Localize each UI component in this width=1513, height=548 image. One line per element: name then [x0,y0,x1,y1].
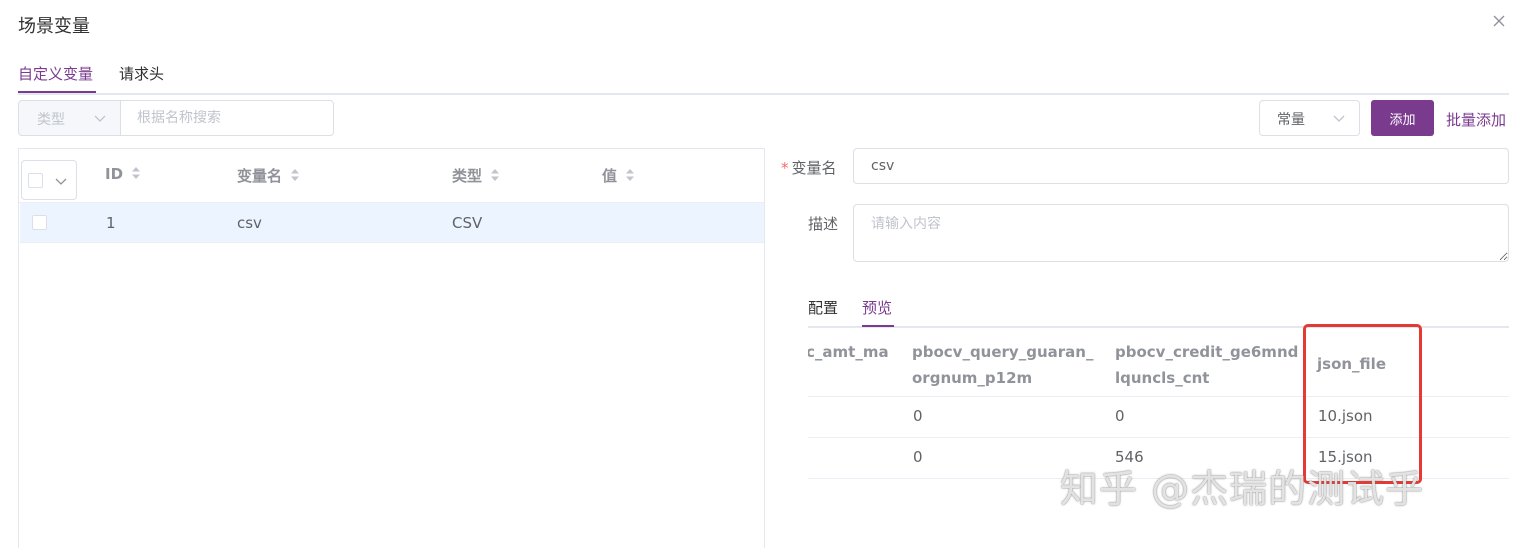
preview-column-header: c_amt_ma [808,343,889,361]
variables-table: ID 变量名 类型 值 1 csv CSV [18,148,765,548]
preview-cell: 546 [1115,448,1144,466]
name-field-label: * 变量名 [781,159,837,177]
table-header: ID 变量名 类型 值 [19,149,764,203]
preview-column-header: pbocv_query_guaran_orgnum_p12m [912,343,1094,387]
preview-cell: 0 [913,407,923,425]
preview-cell: 10.json [1318,407,1373,425]
close-icon[interactable] [1490,12,1508,30]
table-row[interactable]: 1 csv CSV [20,203,764,243]
batch-add-link[interactable]: 批量添加 [1446,109,1506,130]
sort-icon[interactable] [625,168,635,182]
variable-type-select[interactable]: 常量 [1259,100,1360,136]
preview-cell: 0 [913,448,923,466]
preview-row: 0 0 10.json [808,397,1509,438]
detail-tabs: 配置 预览 [808,290,1509,328]
preview-cell: 0 [1115,407,1125,425]
description-field[interactable] [853,204,1509,262]
cell-name: csv [237,214,262,232]
sort-icon[interactable] [490,168,500,182]
chevron-down-icon [1333,115,1345,122]
cell-type: CSV [452,214,483,232]
preview-table: c_amt_ma pbocv_query_guaran_orgnum_p12m … [808,330,1509,480]
type-filter-placeholder: 类型 [37,112,65,128]
sort-icon[interactable] [131,166,141,180]
search-input[interactable] [120,100,334,136]
tab-config[interactable]: 配置 [808,297,838,318]
description-field-label: 描述 [808,215,839,233]
column-header-value[interactable]: 值 [602,165,635,186]
variable-type-value: 常量 [1277,112,1305,128]
preview-cell: 15.json [1318,448,1373,466]
dialog-title: 场景变量 [18,16,90,37]
column-header-type[interactable]: 类型 [452,165,500,186]
active-subtab-indicator [862,325,894,327]
tab-request-headers[interactable]: 请求头 [119,63,164,84]
select-all-dropdown[interactable] [21,160,77,200]
tab-custom-variables[interactable]: 自定义变量 [18,63,93,84]
sort-icon[interactable] [290,168,300,182]
row-checkbox[interactable] [32,215,47,230]
add-button[interactable]: 添加 [1371,100,1434,136]
select-all-checkbox[interactable] [28,173,43,188]
preview-column-header: json_file [1317,355,1386,373]
column-header-name[interactable]: 变量名 [237,165,300,186]
active-tab-indicator [18,91,96,93]
required-asterisk: * [781,159,789,177]
preview-row: 0 546 15.json [808,438,1509,479]
chevron-down-icon [94,115,106,122]
type-filter-select[interactable]: 类型 [18,100,121,136]
top-tabs: 自定义变量 请求头 [18,60,1509,95]
chevron-down-icon [55,178,67,185]
variable-name-field[interactable] [853,148,1509,184]
preview-header: c_amt_ma pbocv_query_guaran_orgnum_p12m … [808,330,1509,397]
column-header-id[interactable]: ID [105,165,141,183]
preview-column-header: pbocv_credit_ge6mndlquncls_cnt [1115,343,1299,387]
cell-id: 1 [106,214,116,232]
tab-preview[interactable]: 预览 [862,297,892,318]
